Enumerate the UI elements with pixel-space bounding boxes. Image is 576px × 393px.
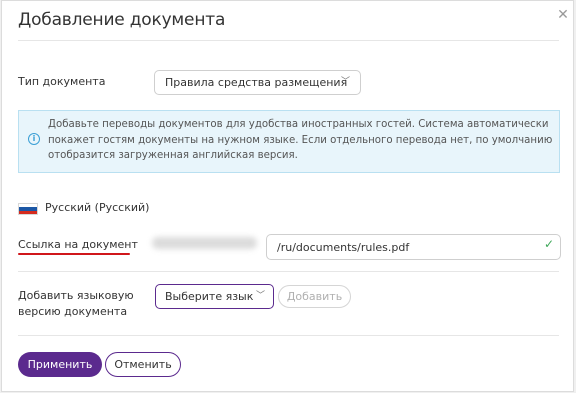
dialog-title: Добавление документа xyxy=(18,10,226,30)
doc-type-value: Правила средства размещения xyxy=(165,76,348,89)
link-label: Ссылка на документ xyxy=(18,238,138,251)
close-icon[interactable]: ✕ xyxy=(556,8,570,22)
add-document-dialog: Добавление документа ✕ Тип документа Пра… xyxy=(1,0,574,392)
footer-divider xyxy=(18,335,559,336)
info-icon: i xyxy=(28,133,40,145)
add-language-label-line2: версию документа xyxy=(18,305,128,318)
check-icon: ✓ xyxy=(544,237,555,251)
info-text: Добавьте переводы документов для удобств… xyxy=(48,119,553,161)
language-name: Русский (Русский) xyxy=(45,201,150,214)
doc-type-label: Тип документа xyxy=(18,75,106,88)
info-banner: i Добавьте переводы документов для удобс… xyxy=(18,110,560,173)
link-label-underline xyxy=(18,253,130,255)
header-divider xyxy=(18,40,559,41)
section-divider xyxy=(18,271,559,272)
chevron-down-icon: ﹀ xyxy=(256,291,266,301)
blurred-text xyxy=(152,237,257,249)
add-language-button[interactable]: Добавить xyxy=(278,285,351,308)
russia-flag-icon xyxy=(18,203,38,215)
language-select-placeholder: Выберите язык xyxy=(165,290,254,303)
apply-button[interactable]: Применить xyxy=(18,352,102,377)
cancel-button[interactable]: Отменить xyxy=(105,352,181,377)
document-url-input[interactable] xyxy=(266,234,561,260)
chevron-down-icon: ﹀ xyxy=(341,77,351,87)
language-select[interactable]: Выберите язык ﹀ xyxy=(155,284,274,309)
add-language-label-line1: Добавить языковую xyxy=(18,289,134,302)
doc-type-select[interactable]: Правила средства размещения ﹀ xyxy=(154,70,361,95)
